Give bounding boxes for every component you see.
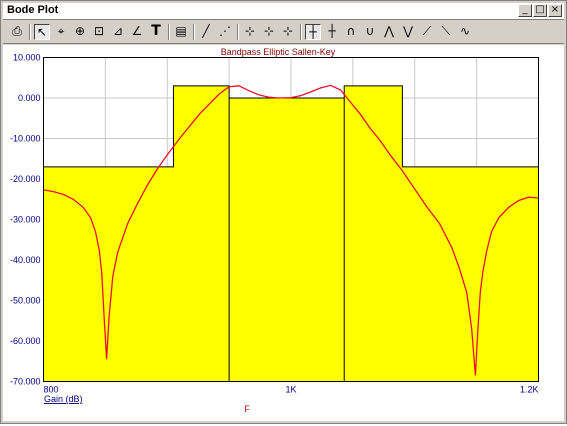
annotate-tool-icon[interactable]: ∠ (129, 24, 145, 40)
y-tick-label: -50.000 (10, 296, 41, 306)
cursor-b-icon[interactable]: ⊹ (261, 24, 277, 40)
mask-fill (43, 85, 539, 382)
y-axis: 10.000 0.000 -10.000 -20.000 -30.000 -40.000 -… (10, 53, 41, 387)
toolbar-separator (168, 24, 169, 40)
horizontal-cursor-2-icon[interactable]: ┼ (324, 24, 340, 40)
line-tool-icon[interactable]: ╱ (198, 24, 214, 40)
y-tick-label: 0.000 (18, 93, 41, 103)
x-axis: 800 1K 1.2K (44, 385, 539, 395)
zoom-tool-icon[interactable]: ⊕ (72, 24, 88, 40)
bandpass-icon[interactable]: ∩ (343, 24, 359, 40)
y-axis-label[interactable]: Gain (dB) (44, 394, 83, 404)
toolbar-separator (237, 24, 238, 40)
pan-tool-icon[interactable]: ⊡ (91, 24, 107, 40)
y-tick-label: -20.000 (10, 174, 41, 184)
valley-icon[interactable]: ⋁ (400, 24, 416, 40)
select-arrow-icon[interactable]: ↖ (34, 24, 50, 40)
peak-icon[interactable]: ⋀ (381, 24, 397, 40)
notch-icon[interactable]: ∪ (362, 24, 378, 40)
properties-icon[interactable]: ▤ (173, 24, 189, 40)
cursor-a-icon[interactable]: ⊹ (242, 24, 258, 40)
plot-area[interactable]: Bandpass Elliptic Sallen-Key 10.000 0.000… (3, 45, 564, 421)
toolbar-separator (29, 24, 30, 40)
window-title: Bode Plot (7, 4, 59, 16)
marker-tool-icon[interactable]: ⊿ (110, 24, 126, 40)
title-bar[interactable]: Bode Plot _ □ × (3, 3, 564, 20)
x-tick-label: 1.2K (520, 385, 539, 395)
x-tick-label: 800 (44, 385, 59, 395)
ripple-icon[interactable]: ∿ (457, 24, 473, 40)
minimize-icon[interactable]: _ (518, 4, 532, 17)
spec-mask (43, 85, 539, 382)
bode-plot-window: Bode Plot _ □ × ⎙ ↖ ⌖ ⊕ ⊡ ⊿ ∠ T ▤ ╱ ⋰ ⊹ … (0, 0, 567, 424)
x-axis-label: F (244, 404, 250, 414)
maximize-icon[interactable]: □ (533, 4, 547, 17)
cursor-tool-icon[interactable]: ⌖ (53, 24, 69, 40)
toolbar: ⎙ ↖ ⌖ ⊕ ⊡ ⊿ ∠ T ▤ ╱ ⋰ ⊹ ⊹ ⊹ ┼ ┼ ∩ ∪ ⋀ ⋁ … (3, 21, 564, 44)
slope-up-icon[interactable]: ⟋ (419, 24, 435, 40)
chart-title: Bandpass Elliptic Sallen-Key (221, 47, 336, 57)
y-tick-label: -30.000 (10, 215, 41, 225)
y-tick-label: -70.000 (10, 377, 41, 387)
y-tick-label: -40.000 (10, 255, 41, 265)
toolbar-separator (300, 24, 301, 40)
horizontal-cursor-icon[interactable]: ┼ (305, 24, 321, 40)
y-tick-label: -10.000 (10, 134, 41, 144)
y-tick-label: -60.000 (10, 336, 41, 346)
cursor-ab-icon[interactable]: ⊹ (280, 24, 296, 40)
y-tick-label: 10.000 (13, 53, 41, 63)
bode-chart[interactable]: Bandpass Elliptic Sallen-Key 10.000 0.000… (3, 45, 564, 421)
x-tick-label: 1K (285, 385, 296, 395)
dash-line-icon[interactable]: ⋰ (217, 24, 233, 40)
toolbar-separator (193, 24, 194, 40)
text-tool-icon[interactable]: T (148, 24, 164, 40)
printer-icon[interactable]: ⎙ (9, 24, 25, 40)
slope-down-icon[interactable]: ⟍ (438, 24, 454, 40)
close-icon[interactable]: × (548, 4, 562, 17)
